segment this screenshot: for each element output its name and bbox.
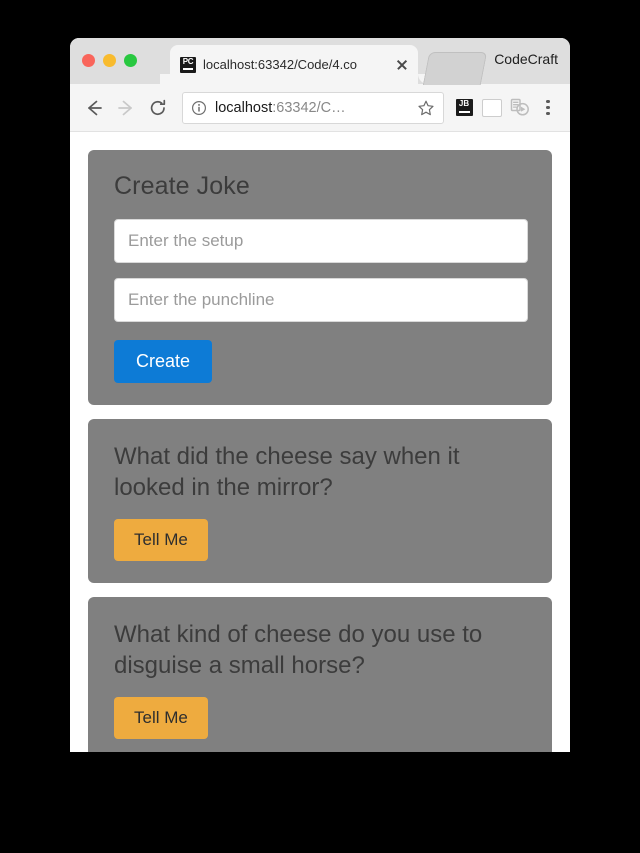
three-dot-menu-icon [546,100,550,115]
video-download-extension-button[interactable] [506,94,534,122]
new-tab-placeholder[interactable] [422,52,488,85]
joke-card: What kind of cheese do you use to disgui… [88,597,552,752]
setup-input[interactable] [114,219,528,263]
reload-icon [150,99,166,115]
joke-card: What did the cheese say when it looked i… [88,419,552,583]
back-button[interactable] [78,92,110,124]
browser-tab-title: localhost:63342/Code/4.co [203,57,357,72]
address-bar[interactable]: localhost:63342/C… [182,91,444,124]
favicon-underbar [183,67,193,70]
create-button[interactable]: Create [114,340,213,383]
info-circle-icon[interactable] [191,100,207,116]
page-content: Create Joke Create What did the cheese s… [70,132,570,752]
browser-menu-button[interactable] [534,94,562,122]
video-download-extension-icon [510,98,529,116]
favicon-label: PC [182,56,194,66]
blank-window-extension-button[interactable] [478,94,506,122]
profile-name-label[interactable]: CodeCraft [494,51,558,67]
browser-tab-active[interactable]: PC localhost:63342/Code/4.co [170,45,428,84]
page-title: Create Joke [114,172,250,200]
jetbrains-extension-icon: JB [455,99,473,116]
close-window-button[interactable] [82,54,95,67]
close-icon[interactable] [394,57,410,73]
arrow-left-icon [88,100,102,115]
tell-me-button[interactable]: Tell Me [114,519,208,561]
address-bar-url: localhost:63342/C… [215,100,413,116]
reload-button[interactable] [142,92,174,124]
joke-question: What kind of cheese do you use to disgui… [114,621,483,679]
jetbrains-extension-button[interactable]: JB [450,94,478,122]
browser-tab-strip: PC localhost:63342/Code/4.co CodeCraft [70,38,570,85]
blank-window-extension-icon [482,98,502,117]
arrow-right-icon [118,100,132,115]
browser-window: PC localhost:63342/Code/4.co CodeCraft l… [70,38,570,752]
window-traffic-lights [82,54,137,67]
bookmark-star-icon[interactable] [417,99,435,117]
pycharm-favicon: PC [180,56,196,73]
url-path: :63342/C… [272,99,346,116]
forward-button[interactable] [110,92,142,124]
create-joke-card: Create Joke Create [88,150,552,405]
url-host: localhost [215,99,273,116]
joke-question: What did the cheese say when it looked i… [114,443,460,501]
minimize-window-button[interactable] [103,54,116,67]
maximize-window-button[interactable] [124,54,137,67]
punchline-input[interactable] [114,278,528,322]
browser-toolbar: localhost:63342/C… JB [70,84,570,132]
tell-me-button[interactable]: Tell Me [114,697,208,739]
